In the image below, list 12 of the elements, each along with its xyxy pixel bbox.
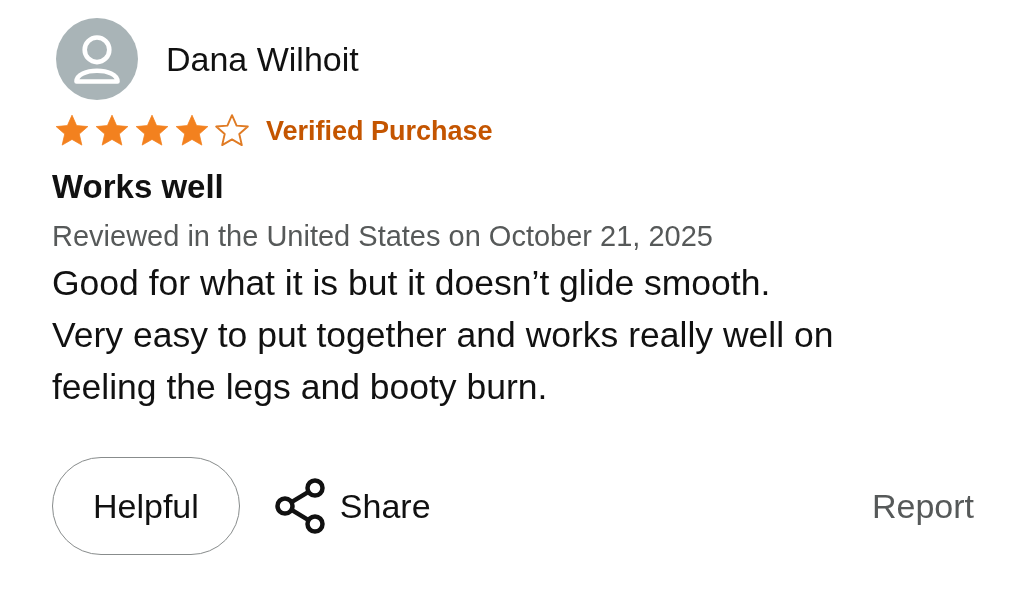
share-button[interactable]: Share bbox=[273, 478, 431, 534]
review-text: feeling the legs and booty burn. bbox=[52, 366, 549, 409]
report-link[interactable]: Report bbox=[871, 486, 974, 526]
share-icon bbox=[273, 478, 328, 534]
verified-purchase-label: Verified Purchase bbox=[266, 115, 493, 147]
review-text: Good for what it is but it doesn’t glide smooth. bbox=[52, 262, 772, 305]
reviewer-name: Dana Wilhoit bbox=[166, 39, 359, 79]
helpful-button[interactable]: Helpful bbox=[52, 457, 240, 555]
review-text: Very easy to put together and works really well on bbox=[52, 314, 835, 357]
review-date: Reviewed in the United States on October 21, 2025 bbox=[52, 220, 714, 253]
avatar-icon bbox=[56, 18, 138, 100]
review-title: Works well bbox=[52, 168, 225, 206]
